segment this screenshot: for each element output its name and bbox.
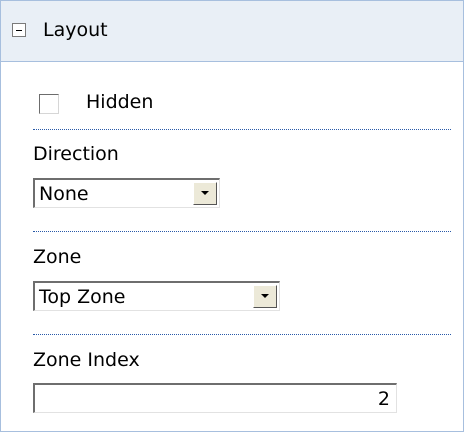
zone-label: Zone [33, 246, 82, 268]
chevron-down-icon[interactable] [193, 182, 217, 205]
layout-panel: Layout Hidden Direction None Zone Top Zo… [0, 0, 464, 432]
divider [33, 129, 451, 130]
zone-select-value: Top Zone [39, 286, 126, 308]
divider [33, 231, 451, 232]
zone-select[interactable]: Top Zone [33, 281, 280, 311]
section-header[interactable]: Layout [1, 1, 463, 62]
direction-select[interactable]: None [33, 178, 220, 208]
zone-index-label: Zone Index [33, 349, 140, 371]
collapse-minus-icon[interactable] [12, 23, 26, 37]
direction-select-value: None [39, 183, 89, 205]
direction-label: Direction [33, 143, 119, 165]
hidden-checkbox[interactable] [39, 94, 59, 114]
section-title: Layout [43, 19, 108, 41]
chevron-down-icon[interactable] [253, 285, 277, 308]
hidden-checkbox-label: Hidden [86, 91, 154, 113]
divider [33, 334, 451, 335]
zone-index-input[interactable] [33, 383, 397, 413]
